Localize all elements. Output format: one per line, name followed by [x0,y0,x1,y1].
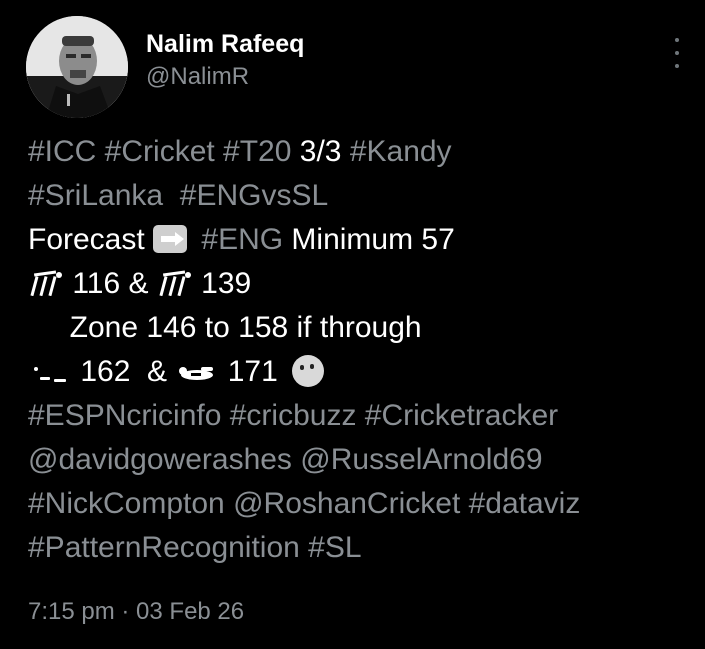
score-fragment: 139 [192,267,252,300]
author-name[interactable]: Nalim Rafeeq [146,30,304,59]
hashtag-kandy[interactable]: #Kandy [350,135,452,168]
tweet-line-4: 116 & 139 [28,262,698,306]
cricket-stumps-icon [30,270,62,296]
fielder-diving-icon [34,367,66,382]
score-fragment: 171 [219,355,287,388]
tweet-fragment: Forecast [28,223,154,256]
zone-text: Zone 146 to 158 if through [28,311,422,344]
thinking-face-icon [292,355,325,387]
tweet-line-8[interactable]: @davidgowerashes @RusselArnold69 [28,438,698,482]
more-options-icon[interactable] [668,38,686,68]
fielder-diving-icon [179,367,214,380]
tweet-text: #ICC #Cricket #T20 3/3 #Kandy #SriLanka … [28,130,698,570]
tweet-line-3: Forecast #ENG Minimum 57 [28,218,698,262]
tweet-line-6: 162 & 171 [28,350,698,394]
tweet-line-2: #SriLanka #ENGvsSL [28,174,698,218]
avatar[interactable] [26,16,128,118]
tweet-line-5: Zone 146 to 158 if through [28,306,698,350]
tweet-line-9[interactable]: #NickCompton @RoshanCricket #dataviz [28,482,698,526]
timestamp[interactable]: 7:15 pm · 03 Feb 26 [28,598,244,626]
cricket-stumps-icon [159,270,191,296]
score-fragment: 116 & [64,267,157,300]
tweet-line-1: #ICC #Cricket #T20 3/3 #Kandy [28,130,698,174]
tweet-line-7[interactable]: #ESPNcricinfo #cricbuzz #Cricketracker [28,394,698,438]
tweet-line-10[interactable]: #PatternRecognition #SL [28,526,698,570]
score-fragment: 162 & [72,355,176,388]
right-arrow-emoji-icon [153,225,188,253]
hashtags[interactable]: #ICC #Cricket #T20 [28,135,291,168]
avatar-photo [26,16,128,118]
hashtag-eng[interactable]: #ENG [193,223,283,256]
author-handle[interactable]: @NalimR [146,63,249,91]
tweet-fragment: Minimum 57 [283,223,455,256]
tweet-fragment: 3/3 [291,135,350,168]
hashtags[interactable]: #SriLanka #ENGvsSL [28,179,328,212]
